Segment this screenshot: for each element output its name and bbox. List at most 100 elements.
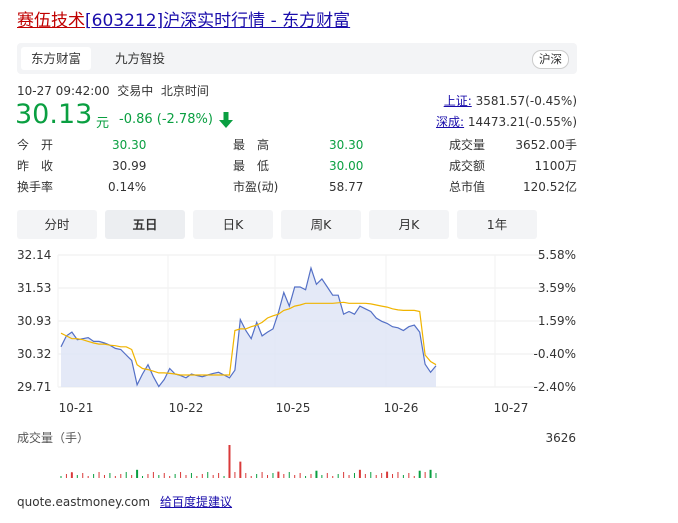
volume-bar	[87, 476, 89, 478]
volume-bar	[370, 472, 372, 478]
tab-intraday[interactable]: 分时	[17, 210, 97, 239]
volume-bar	[381, 473, 383, 478]
feedback-link[interactable]: 给百度提建议	[160, 495, 232, 509]
down-arrow-icon	[219, 112, 233, 128]
volume-spike-bar	[136, 469, 139, 478]
mcap-value: 120.52亿	[523, 180, 577, 194]
volume-bar	[272, 473, 274, 478]
volume-bar	[158, 475, 160, 478]
five-day-chart[interactable]: 32.14 5.58% 31.53 3.59% 30.93 1.59% 30.32 -0.40…	[0, 245, 678, 480]
y-pct-label: 3.59%	[538, 281, 576, 295]
low-value: 30.00	[329, 159, 364, 173]
open-label: 今 开	[17, 138, 54, 152]
price-change: -0.86 (-2.78%)	[119, 112, 213, 127]
footer-site: quote.eastmoney.com	[17, 495, 151, 509]
volume-bar	[207, 472, 209, 478]
volume-bar	[348, 475, 350, 478]
volume-bar	[147, 474, 149, 478]
volume-bar	[294, 475, 296, 478]
tab-five-day[interactable]: 五日	[105, 210, 185, 239]
volume-spike-bar	[239, 461, 242, 478]
page-title: 赛伍技术[603212]沪深实时行情 - 东方财富	[17, 10, 350, 32]
y-pct-label: -2.40%	[534, 380, 576, 394]
volume-axis-label: 成交量（手）	[17, 430, 89, 445]
status-line: 10-27 09:42:00 交易中 北京时间	[17, 82, 209, 99]
chart-period-tabs: 分时 五日 日K 周K 月K 1年	[17, 210, 577, 239]
volume-bar	[131, 475, 133, 478]
volume-bar	[201, 474, 203, 478]
y-pct-label: -0.40%	[534, 347, 576, 361]
title-link[interactable]: 沪深实时行情 - 东方财富	[163, 11, 350, 31]
high-value: 30.30	[329, 138, 364, 152]
market-tag[interactable]: 沪深	[532, 50, 569, 69]
volume-bar	[337, 474, 339, 478]
volume-spike-bar	[228, 445, 231, 478]
volume-bar	[261, 472, 263, 478]
volume-bar	[299, 473, 301, 478]
volume-bar	[310, 474, 312, 478]
price-unit: 元	[96, 116, 110, 131]
volume-bar	[223, 476, 225, 478]
turnover-label: 换手率	[17, 180, 54, 194]
volume-bar	[65, 474, 67, 478]
volume-bar	[185, 475, 187, 478]
volume-bar	[408, 473, 410, 478]
tab-eastmoney[interactable]: 东方财富	[21, 47, 92, 70]
volume-bar	[76, 475, 78, 478]
volume-bar	[190, 473, 192, 478]
volume-value: 3652.00手	[515, 138, 577, 152]
tab-daily-k[interactable]: 日K	[193, 210, 273, 239]
volume-bar	[321, 475, 323, 478]
index-shenzhen-value: 14473.21(-0.55%)	[467, 115, 577, 129]
tab-jiufang[interactable]: 九方智投	[105, 47, 175, 70]
volume-spike-bar	[315, 470, 318, 478]
tab-monthly-k[interactable]: 月K	[369, 210, 449, 239]
pe-value: 58.77	[329, 180, 364, 194]
volume-spike-bar	[418, 470, 421, 478]
volume-bar	[392, 474, 394, 478]
volume-bar	[142, 476, 144, 478]
index-shenzhen: 深成: 14473.21(-0.55%)	[436, 113, 577, 130]
volume-bar	[98, 472, 100, 478]
volume-spike-bar	[70, 472, 73, 478]
y-tick-label: 32.14	[17, 248, 51, 262]
volume-bar	[196, 476, 198, 478]
stock-code-link[interactable]: [603212]	[85, 11, 163, 31]
turnover-value: 0.14%	[108, 180, 147, 194]
volume-bar	[93, 474, 95, 478]
index-shanghai-link[interactable]: 上证:	[444, 94, 472, 108]
stock-name-link[interactable]: 赛伍技术	[17, 11, 85, 31]
volume-bar	[413, 476, 415, 478]
tab-weekly-k[interactable]: 周K	[281, 210, 361, 239]
volume-spike-bar	[277, 471, 280, 478]
volume-spike-bar	[429, 469, 432, 478]
tab-one-year[interactable]: 1年	[457, 210, 537, 239]
amount-label: 成交额	[449, 159, 486, 173]
prev-close-value: 30.99	[112, 159, 147, 173]
high-label: 最 高	[233, 138, 270, 152]
volume-bar	[250, 476, 252, 478]
index-shenzhen-link[interactable]: 深成:	[436, 115, 464, 129]
volume-bar	[424, 472, 426, 478]
volume-bar	[402, 475, 404, 478]
y-tick-label: 30.32	[17, 347, 51, 361]
volume-bar	[283, 474, 285, 478]
y-pct-label: 1.59%	[538, 314, 576, 328]
x-tick-label: 10-25	[276, 401, 311, 415]
volume-bar	[169, 476, 171, 478]
x-tick-label: 10-21	[59, 401, 94, 415]
volume-bar	[256, 474, 258, 478]
index-shanghai: 上证: 3581.57(-0.45%)	[444, 92, 577, 109]
x-tick-label: 10-27	[494, 401, 529, 415]
open-value: 30.30	[112, 138, 147, 152]
prev-close-label: 昨 收	[17, 159, 54, 173]
volume-bar	[103, 475, 105, 478]
volume-bar	[332, 476, 334, 478]
volume-bar	[174, 474, 176, 478]
volume-bar	[109, 473, 111, 478]
volume-bar	[212, 475, 214, 478]
volume-bar	[343, 472, 345, 478]
volume-spike-bar	[358, 469, 361, 478]
volume-bar	[163, 473, 165, 478]
volume-bar	[353, 473, 355, 478]
